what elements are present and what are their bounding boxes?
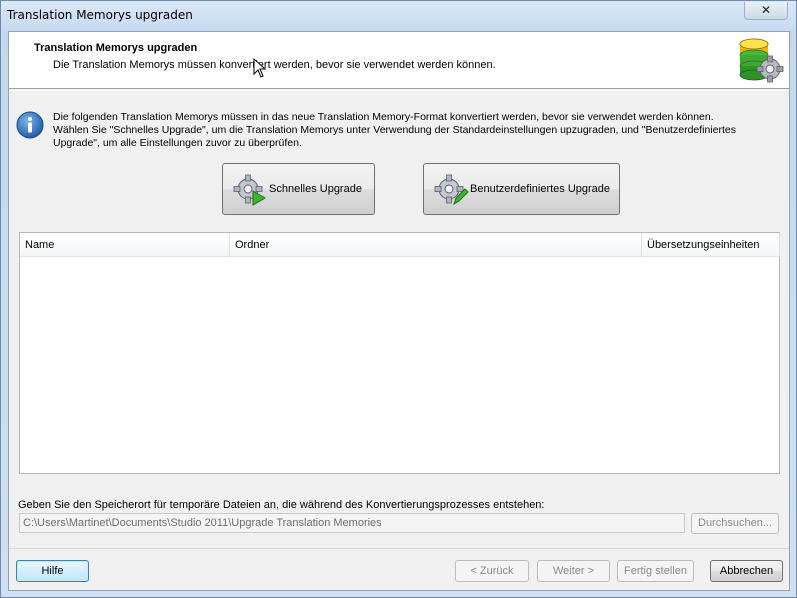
custom-upgrade-button[interactable]: Benutzerdefiniertes Upgrade <box>423 163 620 215</box>
custom-upgrade-label: Benutzerdefiniertes Upgrade <box>470 183 611 195</box>
info-icon <box>16 111 44 139</box>
wizard-header: Translation Memorys upgraden Die Transla… <box>9 32 789 89</box>
dialog-body: Translation Memorys upgraden Die Transla… <box>8 31 790 591</box>
page-title: Translation Memorys upgraden <box>34 42 198 54</box>
header-divider <box>9 90 789 91</box>
window-title: Translation Memorys upgraden <box>7 8 193 22</box>
column-header-name[interactable]: Name <box>20 233 230 257</box>
info-message: Die folgenden Translation Memorys müssen… <box>53 111 737 149</box>
column-header-folder[interactable]: Ordner <box>230 233 642 257</box>
title-bar[interactable]: Translation Memorys upgraden ✕ <box>1 1 796 31</box>
quick-upgrade-label: Schnelles Upgrade <box>269 183 362 195</box>
footer-divider <box>9 548 789 549</box>
gear-edit-icon <box>434 174 469 206</box>
close-button[interactable]: ✕ <box>744 2 788 20</box>
list-header: Name Ordner Übersetzungseinheiten <box>20 233 780 257</box>
database-gear-icon <box>739 38 784 83</box>
cancel-button[interactable]: Abbrechen <box>710 560 783 582</box>
quick-upgrade-button[interactable]: Schnelles Upgrade <box>222 163 375 215</box>
page-subtitle: Die Translation Memorys müssen konvertie… <box>53 59 496 71</box>
mouse-cursor-icon <box>253 58 267 78</box>
column-header-units[interactable]: Übersetzungseinheiten <box>642 233 780 257</box>
back-button[interactable]: < Zurück <box>455 560 529 582</box>
help-button[interactable]: Hilfe <box>16 560 89 582</box>
browse-button[interactable]: Durchsuchen... <box>691 513 779 534</box>
temp-path-input[interactable] <box>19 513 685 533</box>
translation-memory-list[interactable]: Name Ordner Übersetzungseinheiten <box>19 232 780 474</box>
next-button[interactable]: Weiter > <box>537 560 610 582</box>
dialog-window: Translation Memorys upgraden ✕ Translati… <box>0 0 797 598</box>
gear-play-icon <box>233 174 266 206</box>
finish-button[interactable]: Fertig stellen <box>617 560 694 582</box>
temp-path-label: Geben Sie den Speicherort für temporäre … <box>18 499 545 511</box>
